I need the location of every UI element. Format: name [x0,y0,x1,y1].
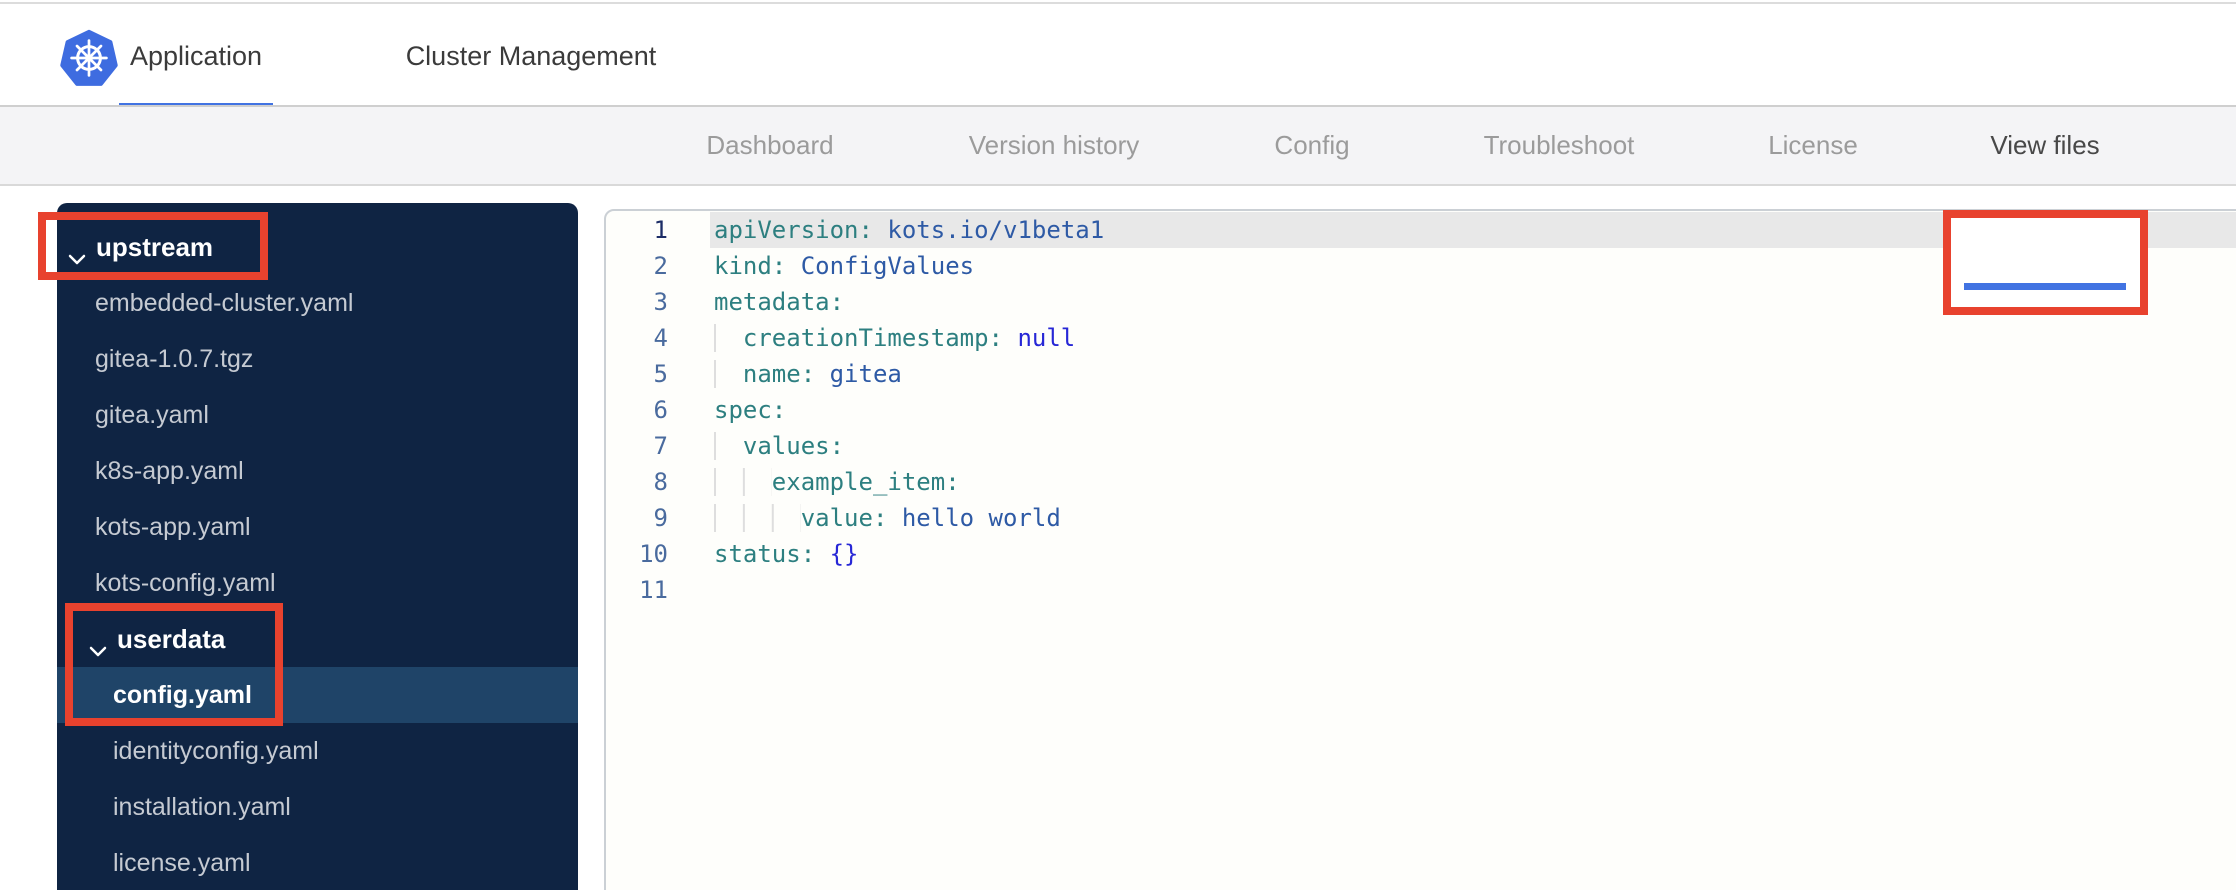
code-text: value: hello world [710,500,2236,536]
chevron-down-icon [68,241,86,265]
tree-folder-label: upstream [96,231,214,262]
kubernetes-logo-icon [58,28,120,88]
code-line-10: 10 status: {} [606,536,2236,572]
line-number: 6 [653,396,668,424]
line-number: 4 [653,324,668,352]
code-line-5: 5 name: gitea [606,356,2236,392]
line-number: 5 [653,360,668,388]
code-line-11: 11 [606,572,2236,608]
nav-item-dashboard[interactable]: Dashboard [706,107,833,184]
line-number: 10 [639,540,668,568]
code-line-7: 7 values: [606,428,2236,464]
code-text: example_item: [710,464,2236,500]
app-nav-bar: Dashboard Version history Config Trouble… [0,107,2236,315]
code-text: spec: [714,396,787,424]
line-number: 1 [653,216,668,244]
tree-file-identityconfig-yaml[interactable]: identityconfig.yaml [57,723,578,779]
tree-file-gitea-tgz[interactable]: gitea-1.0.7.tgz [57,331,578,387]
code-line-6: 6 spec: [606,392,2236,428]
code-text: kind: ConfigValues [714,252,975,280]
file-tree-sidebar: upstream embedded-cluster.yaml gitea-1.0… [57,203,578,890]
active-nav-underline [1964,283,2126,290]
code-text: creationTimestamp: null [710,320,2236,356]
tab-application[interactable]: Application [119,4,273,109]
nav-item-troubleshoot[interactable]: Troubleshoot [1484,107,1635,184]
code-text: values: [710,428,2236,464]
tree-file-license-yaml[interactable]: license.yaml [57,835,578,890]
code-text: status: {} [714,540,859,568]
tree-file-kots-config-yaml[interactable]: kots-config.yaml [57,555,578,611]
code-text: name: gitea [710,356,2236,392]
kots-admin-console: Application Cluster Management Dashboard… [0,0,2236,890]
nav-item-config[interactable]: Config [1274,107,1349,184]
nav-item-license[interactable]: License [1768,107,1858,184]
tree-file-gitea-yaml[interactable]: gitea.yaml [57,387,578,443]
code-line-2: 2 kind: ConfigValues [606,248,2236,284]
tree-file-k8s-app-yaml[interactable]: k8s-app.yaml [57,443,578,499]
line-number: 8 [653,468,668,496]
code-line-9: 9 value: hello world [606,500,2236,536]
tree-folder-label: userdata [117,623,226,654]
app-header: Application Cluster Management [0,4,2236,110]
tree-folder-upstream[interactable]: upstream [57,219,578,275]
tree-folder-userdata[interactable]: userdata [57,611,578,667]
code-line-1: 1 apiVersion: kots.io/v1beta1 [606,212,2236,248]
tab-cluster-management[interactable]: Cluster Management [395,4,667,109]
nav-item-version-history[interactable]: Version history [969,107,1140,184]
line-number: 7 [653,432,668,460]
nav-item-view-files[interactable]: View files [1990,107,2099,184]
chevron-down-icon [89,633,107,657]
tree-file-embedded-cluster-yaml[interactable]: embedded-cluster.yaml [57,275,578,331]
line-number: 11 [639,576,668,604]
code-line-8: 8 example_item: [606,464,2236,500]
code-line-4: 4 creationTimestamp: null [606,320,2236,356]
code-lines: 1 apiVersion: kots.io/v1beta1 2 kind: Confi… [606,211,2236,608]
line-number: 3 [653,288,668,316]
code-text: apiVersion: kots.io/v1beta1 [710,212,2236,248]
line-number: 9 [653,504,668,532]
tree-file-installation-yaml[interactable]: installation.yaml [57,779,578,835]
tree-file-config-yaml-selected[interactable]: config.yaml [57,667,578,723]
yaml-file-editor[interactable]: 1 apiVersion: kots.io/v1beta1 2 kind: Confi… [604,209,2236,890]
line-number: 2 [653,252,668,280]
tree-file-kots-app-yaml[interactable]: kots-app.yaml [57,499,578,555]
